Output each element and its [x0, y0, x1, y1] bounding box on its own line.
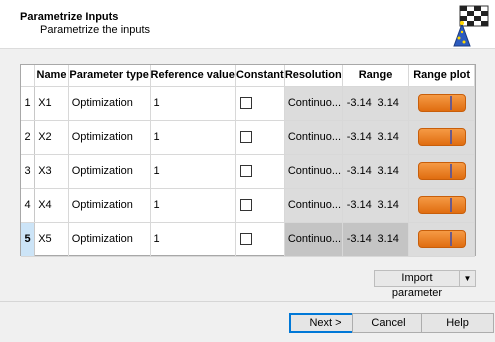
reference-value-cell[interactable]: 1	[150, 120, 236, 155]
cancel-button[interactable]: Cancel	[352, 313, 425, 333]
range-min-cell[interactable]: -3.14	[342, 154, 376, 189]
resolution-cell[interactable]: Continuo...	[284, 188, 343, 223]
range-plot-bar[interactable]	[417, 230, 466, 248]
constant-cell[interactable]	[235, 188, 285, 223]
constant-checkbox[interactable]	[239, 233, 252, 246]
column-header-resolution[interactable]: Resolution	[284, 65, 343, 87]
column-header-parameter-type[interactable]: Parameter type	[68, 65, 151, 87]
column-header-range-plot[interactable]: Range plot	[408, 65, 475, 87]
constant-checkbox[interactable]	[239, 97, 252, 110]
constant-cell[interactable]	[235, 154, 285, 189]
range-plot-cell[interactable]	[408, 86, 475, 121]
range-plot-cell[interactable]	[408, 222, 475, 257]
range-plot-marker	[449, 198, 452, 212]
help-button[interactable]: Help	[421, 313, 494, 333]
column-header-reference-value[interactable]: Reference value	[150, 65, 236, 87]
range-max-cell[interactable]: 3.14	[375, 188, 410, 223]
parameter-name-cell[interactable]: X2	[34, 120, 69, 155]
column-header-name[interactable]: Name	[34, 65, 69, 87]
range-plot-marker	[449, 96, 452, 110]
parameter-type-cell[interactable]: Optimization	[68, 120, 151, 155]
range-plot-bar[interactable]	[417, 128, 466, 146]
reference-value-cell[interactable]: 1	[150, 154, 236, 189]
range-plot-marker	[449, 232, 452, 246]
page-subtitle: Parametrize the inputs	[40, 24, 151, 36]
row-index[interactable]: 4	[21, 188, 36, 223]
range-max-cell[interactable]: 3.14	[375, 120, 410, 155]
range-min-cell[interactable]: -3.14	[342, 86, 376, 121]
range-plot-bar[interactable]	[417, 162, 466, 180]
resolution-cell[interactable]: Continuo...	[284, 222, 343, 257]
range-min-cell[interactable]: -3.14	[342, 120, 376, 155]
range-plot-bar[interactable]	[417, 94, 466, 112]
parameter-type-cell[interactable]: Optimization	[68, 154, 151, 189]
triangle-down-icon: ▼	[463, 274, 472, 283]
reference-value-cell[interactable]: 1	[150, 188, 236, 223]
row-index[interactable]: 2	[21, 120, 36, 155]
column-header-index	[21, 65, 36, 87]
range-plot-bar[interactable]	[417, 196, 466, 214]
import-dropdown-button[interactable]: ▼	[460, 270, 476, 287]
range-plot-cell[interactable]	[408, 154, 475, 189]
column-header-constant[interactable]: Constant	[235, 65, 285, 87]
resolution-cell[interactable]: Continuo...	[284, 154, 343, 189]
row-index[interactable]: 3	[21, 154, 36, 189]
range-plot-marker	[449, 130, 452, 144]
table-row[interactable]: 1 X1 Optimization 1 Continuo... -3.14 3.14	[21, 86, 475, 121]
parameter-type-cell[interactable]: Optimization	[68, 86, 151, 121]
parameter-name-cell[interactable]: X4	[34, 188, 69, 223]
table-row[interactable]: 5 X5 Optimization 1 Continuo... -3.14 3.14	[21, 222, 475, 257]
table-header-row: Name Parameter type Reference value Cons…	[21, 65, 475, 87]
parameter-name-cell[interactable]: X3	[34, 154, 69, 189]
table-row[interactable]: 2 X2 Optimization 1 Continuo... -3.14 3.14	[21, 120, 475, 155]
range-min-cell[interactable]: -3.14	[342, 222, 376, 257]
reference-value-cell[interactable]: 1	[150, 222, 236, 257]
import-parameter-button[interactable]: Import parameter	[374, 270, 460, 299]
table-row[interactable]: 3 X3 Optimization 1 Continuo... -3.14 3.14	[21, 154, 475, 189]
constant-cell[interactable]	[235, 222, 285, 257]
range-max-cell[interactable]: 3.14	[375, 222, 410, 257]
checkered-flag-wizard-icon	[453, 5, 489, 47]
parameter-name-cell[interactable]: X1	[34, 86, 69, 121]
parameter-type-cell[interactable]: Optimization	[68, 222, 151, 257]
range-plot-marker	[449, 164, 452, 178]
constant-cell[interactable]	[235, 120, 285, 155]
resolution-cell[interactable]: Continuo...	[284, 86, 343, 121]
range-plot-cell[interactable]	[408, 188, 475, 223]
resolution-cell[interactable]: Continuo...	[284, 120, 343, 155]
constant-checkbox[interactable]	[239, 131, 252, 144]
parameter-type-cell[interactable]: Optimization	[68, 188, 151, 223]
table-row[interactable]: 4 X4 Optimization 1 Continuo... -3.14 3.14	[21, 188, 475, 223]
parameter-table: Name Parameter type Reference value Cons…	[20, 64, 476, 257]
column-header-range[interactable]: Range	[342, 65, 410, 87]
wizard-header: Parametrize Inputs Parametrize the input…	[0, 0, 495, 49]
range-plot-cell[interactable]	[408, 120, 475, 155]
parameter-name-cell[interactable]: X5	[34, 222, 69, 257]
range-max-cell[interactable]: 3.14	[375, 86, 410, 121]
constant-checkbox[interactable]	[239, 199, 252, 212]
range-max-cell[interactable]: 3.14	[375, 154, 410, 189]
range-min-cell[interactable]: -3.14	[342, 188, 376, 223]
row-index[interactable]: 5	[21, 222, 36, 257]
reference-value-cell[interactable]: 1	[150, 86, 236, 121]
row-index[interactable]: 1	[21, 86, 36, 121]
constant-checkbox[interactable]	[239, 165, 252, 178]
page-title: Parametrize Inputs	[20, 11, 119, 23]
footer-divider	[0, 301, 495, 302]
constant-cell[interactable]	[235, 86, 285, 121]
